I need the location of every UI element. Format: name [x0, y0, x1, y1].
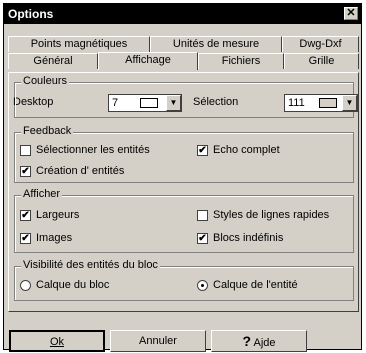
- couleurs-legend: Couleurs: [21, 75, 70, 87]
- chevron-down-icon[interactable]: ▼: [166, 95, 181, 111]
- tab-row-front: Général Affichage Fichiers Grille: [8, 52, 359, 70]
- afficher-group: Afficher ✔ Largeurs Styles de lignes rap…: [14, 188, 354, 253]
- calque-entite-radio[interactable]: [197, 280, 208, 291]
- help-label: Ajde: [253, 337, 276, 349]
- calque-bloc-label: Calque du bloc: [36, 279, 110, 291]
- close-button[interactable]: ✕: [344, 7, 358, 20]
- afficher-legend: Afficher: [21, 188, 63, 200]
- images-label: Images: [36, 232, 73, 244]
- styles-label: Styles de lignes rapides: [213, 209, 330, 221]
- couleurs-group: Couleurs Desktop 7 ▼ Sélection 111 ▼: [13, 75, 358, 118]
- dialog-title: Options: [8, 7, 54, 21]
- echo-label: Echo complet: [213, 144, 280, 156]
- largeurs-checkbox[interactable]: ✔: [20, 210, 31, 221]
- calque-entite-label: Calque de l'entité: [213, 279, 298, 291]
- cancel-label: Annuler: [139, 335, 177, 347]
- selection-color-value: 111: [288, 97, 305, 109]
- selection-label: Sélection: [193, 96, 239, 108]
- tab-grille[interactable]: Grille: [284, 53, 359, 69]
- tab-general[interactable]: Général: [8, 53, 98, 69]
- ok-button[interactable]: Ok: [9, 330, 105, 352]
- title-bar[interactable]: Options ✕: [4, 4, 361, 24]
- visibilite-legend: Visibilité des entités du bloc: [21, 259, 160, 271]
- chevron-down-icon[interactable]: ▼: [342, 95, 357, 111]
- tab-dwg-dxf[interactable]: Dwg-Dxf: [282, 36, 359, 52]
- feedback-group: Feedback Sélectionner les entités ✔ Echo…: [14, 125, 354, 183]
- calque-bloc-radio[interactable]: [20, 280, 31, 291]
- ok-label: Ok: [49, 336, 65, 348]
- tab-affichage[interactable]: Affichage: [98, 52, 198, 70]
- largeurs-label: Largeurs: [36, 209, 80, 221]
- selection-color-select[interactable]: 111 ▼: [284, 94, 358, 112]
- blocs-label: Blocs indéfinis: [213, 232, 284, 244]
- help-button[interactable]: ? Ajde: [211, 330, 307, 352]
- select-entities-checkbox[interactable]: [20, 145, 31, 156]
- images-checkbox[interactable]: ✔: [20, 233, 31, 244]
- feedback-legend: Feedback: [21, 125, 74, 137]
- styles-checkbox[interactable]: [197, 210, 208, 221]
- selection-color-swatch: [319, 98, 337, 108]
- tab-row-back: Points magnétiques Unités de mesure Dwg-…: [8, 36, 359, 52]
- desktop-label: Desktop: [13, 96, 54, 108]
- select-entities-label: Sélectionner les entités: [36, 144, 150, 156]
- visibilite-group: Visibilité des entités du bloc Calque du…: [14, 259, 354, 301]
- tab-points-magnetiques[interactable]: Points magnétiques: [8, 36, 150, 52]
- echo-checkbox[interactable]: ✔: [197, 145, 208, 156]
- tab-fichiers[interactable]: Fichiers: [198, 53, 284, 69]
- desktop-color-value: 7: [112, 97, 119, 109]
- close-icon: ✕: [346, 7, 356, 19]
- tab-unites-de-mesure[interactable]: Unités de mesure: [150, 36, 282, 52]
- affichage-panel: Couleurs Desktop 7 ▼ Sélection 111 ▼ Fee…: [8, 72, 359, 312]
- cancel-button[interactable]: Annuler: [110, 330, 206, 352]
- blocs-checkbox[interactable]: ✔: [197, 233, 208, 244]
- desktop-color-select[interactable]: 7 ▼: [108, 94, 182, 112]
- options-dialog: Options ✕ Points magnétiques Unités de m…: [3, 3, 362, 352]
- create-entities-label: Création d' entités: [36, 165, 125, 177]
- radio-selected-dot: [201, 284, 204, 287]
- create-entities-checkbox[interactable]: ✔: [20, 166, 31, 177]
- help-icon: ?: [242, 333, 252, 349]
- desktop-color-swatch: [140, 98, 158, 108]
